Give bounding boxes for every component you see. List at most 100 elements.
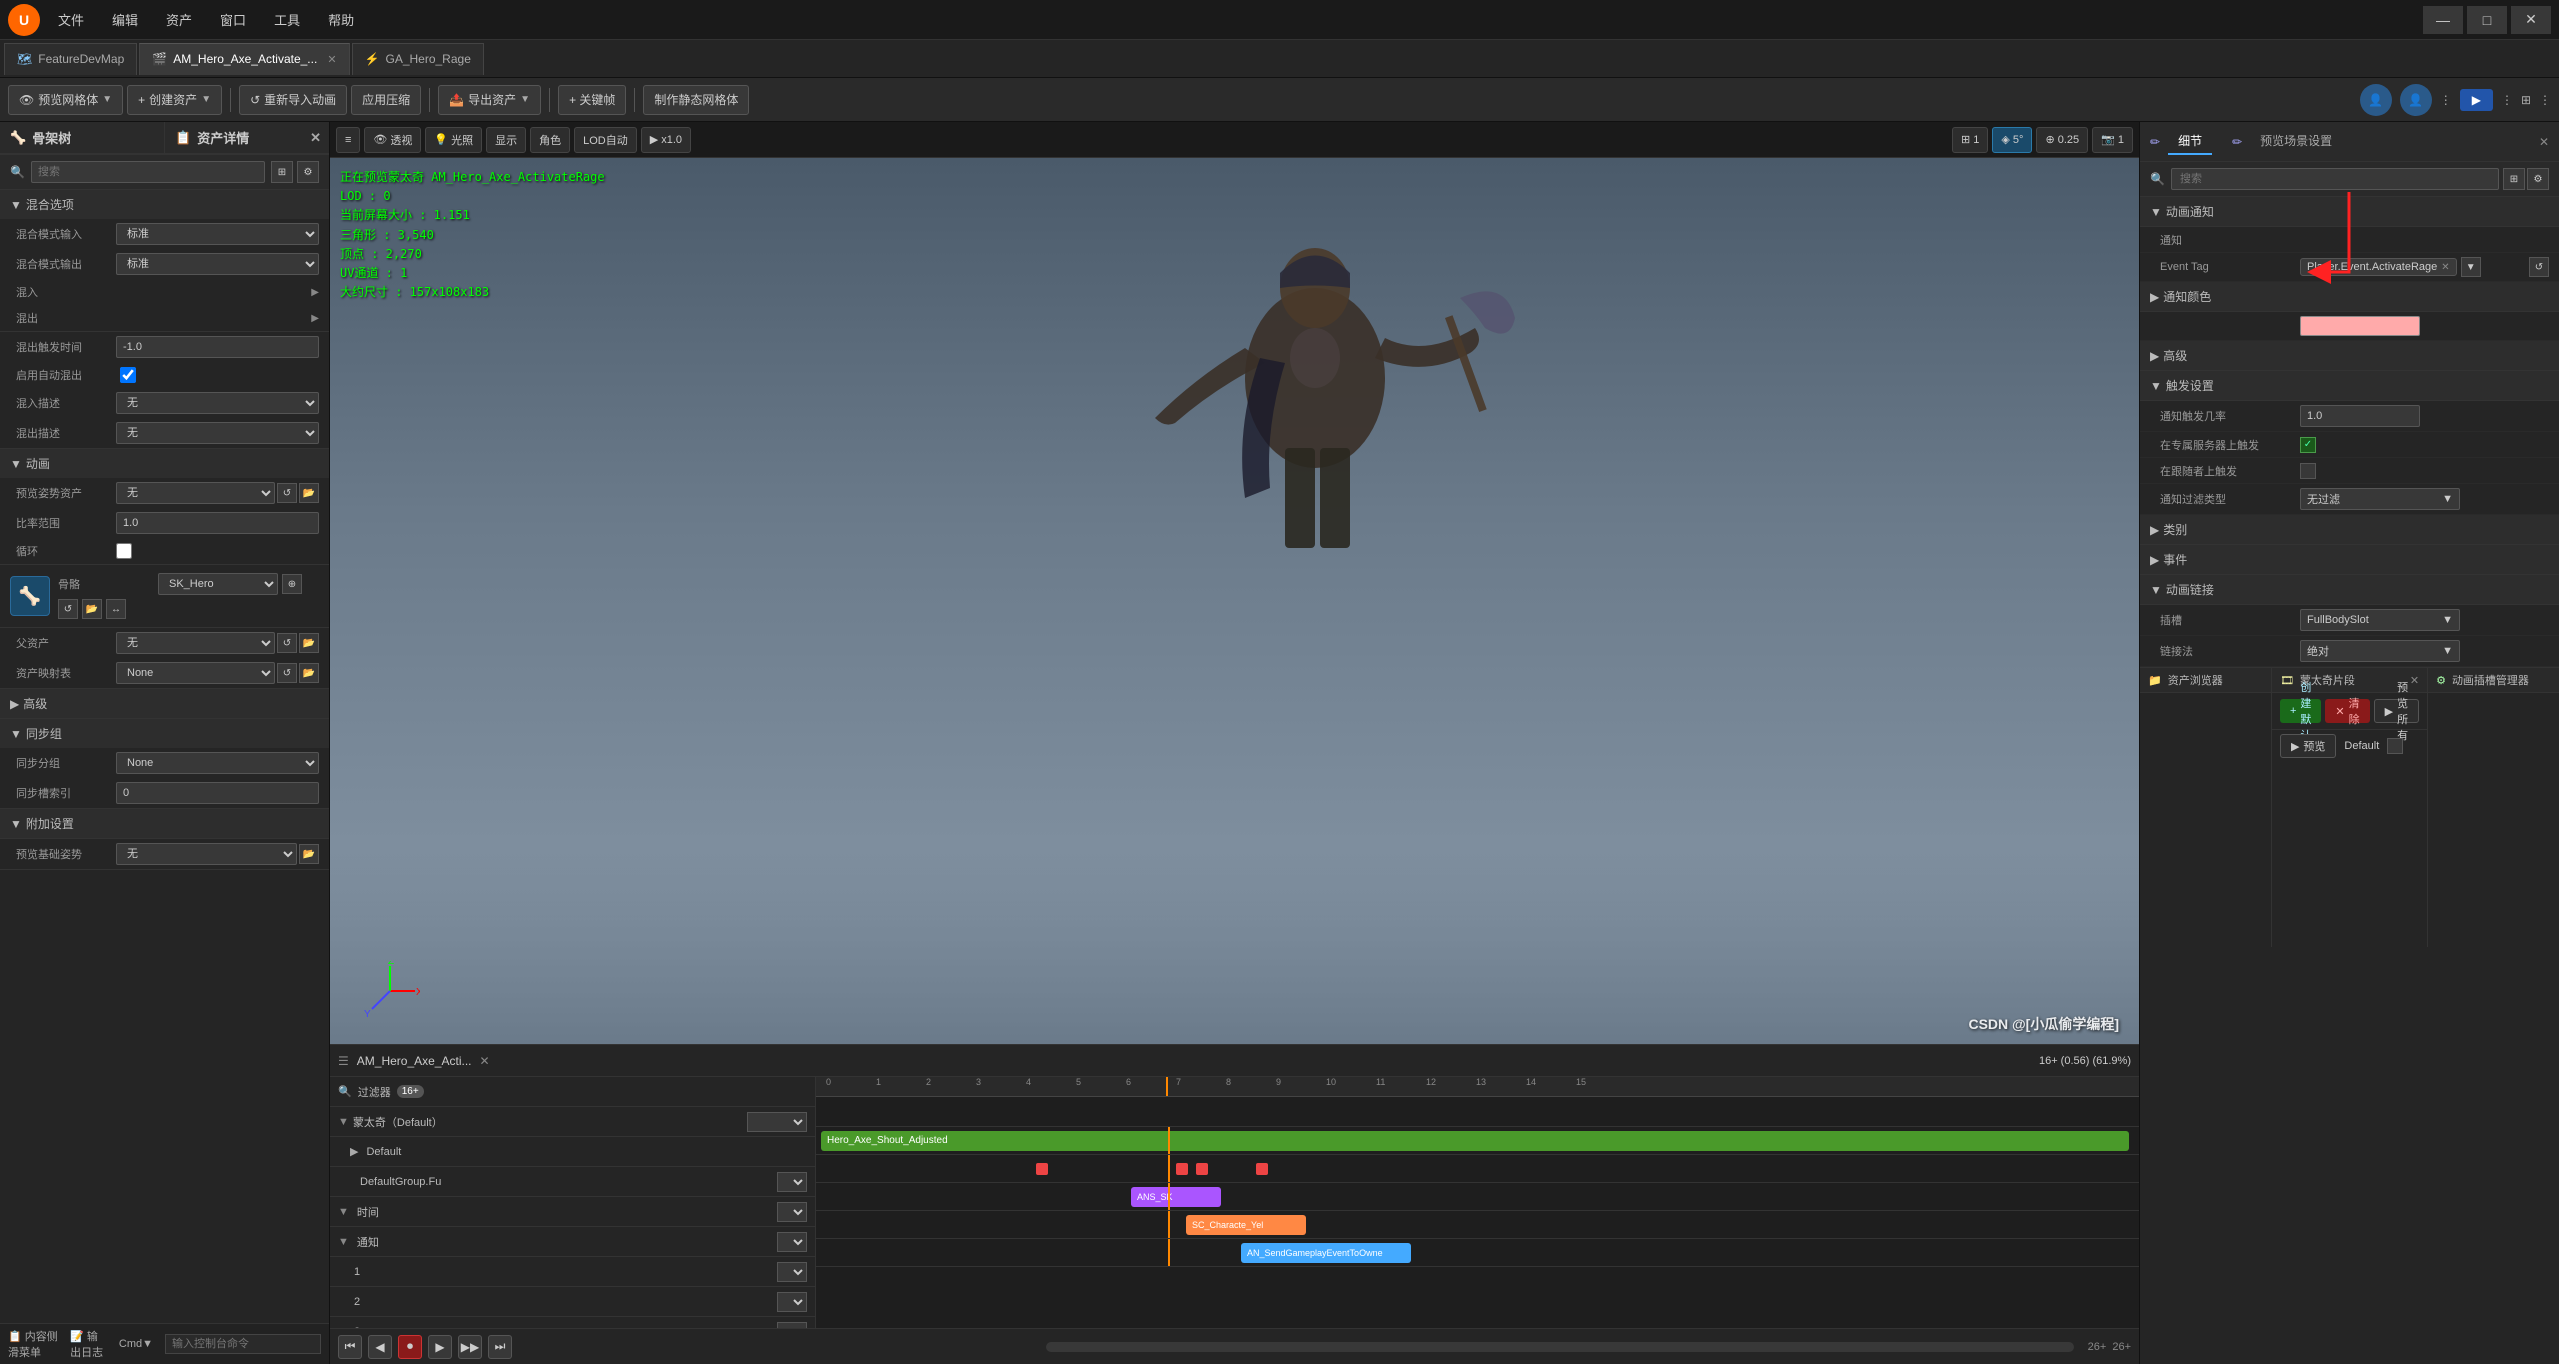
anim-notify-section-title[interactable]: ▼ 动画通知 — [2140, 197, 2559, 227]
blend-mode-input-select[interactable]: 标准 — [116, 223, 319, 245]
sync-group-select[interactable]: None — [116, 752, 319, 774]
preview-mesh-button[interactable]: 👁 预览网格体 ▼ — [8, 85, 123, 115]
menu-assets[interactable]: 资产 — [160, 6, 198, 33]
keyframe-4[interactable] — [1256, 1163, 1268, 1175]
more-options-icon-2[interactable]: ⋮ — [2501, 93, 2513, 107]
tab-close-icon[interactable]: ✕ — [327, 53, 336, 66]
trigger-chance-input[interactable] — [2300, 405, 2420, 427]
montage-expand-icon[interactable]: ▼ — [338, 1116, 349, 1128]
advanced-right-section-title[interactable]: ▶ 高级 — [2140, 341, 2559, 371]
animation-section-title[interactable]: ▼ 动画 — [0, 449, 329, 478]
search-input[interactable] — [31, 161, 265, 183]
anim-link-section-title[interactable]: ▼ 动画链接 — [2140, 575, 2559, 605]
scale-btn[interactable]: ⊕ 0.25 — [2036, 127, 2088, 153]
loop-checkbox[interactable] — [116, 543, 132, 559]
notify-select[interactable] — [777, 1232, 807, 1252]
time-select[interactable] — [777, 1202, 807, 1222]
time-expand-icon[interactable]: ▼ — [338, 1206, 349, 1218]
export-asset-button[interactable]: 📤 导出资产 ▼ — [438, 85, 541, 115]
character-btn[interactable]: 角色 — [530, 127, 570, 153]
sync-slot-input[interactable] — [116, 782, 319, 804]
output-log-btn[interactable]: 📝 输出日志 — [70, 1328, 107, 1360]
bone-reset-btn[interactable]: ↺ — [58, 599, 78, 619]
defaultgroup-select[interactable] — [777, 1172, 807, 1192]
maximize-button[interactable]: □ — [2467, 6, 2507, 34]
parent-reset-btn[interactable]: ↺ — [277, 633, 297, 653]
search-grid-btn[interactable]: ⊞ — [271, 161, 293, 183]
perspective-btn[interactable]: 👁 透视 — [364, 127, 421, 153]
bone-browse-btn[interactable]: 📂 — [82, 599, 102, 619]
reset-btn[interactable]: ↺ — [277, 483, 297, 503]
events-section-title[interactable]: ▶ 事件 — [2140, 545, 2559, 575]
menu-tools[interactable]: 工具 — [268, 6, 306, 33]
asset-map-select[interactable]: None — [116, 662, 275, 684]
step-forward-btn[interactable]: ▶▶ — [458, 1335, 482, 1359]
follower-checkbox[interactable] — [2300, 463, 2316, 479]
bone-extra-btn[interactable]: ⊕ — [282, 574, 302, 594]
parent-asset-select[interactable]: 无 — [116, 632, 275, 654]
rate-range-input[interactable] — [116, 512, 319, 534]
right-grid-btn[interactable]: ⊞ — [2503, 168, 2525, 190]
clear-btn[interactable]: ✕ 清除 — [2325, 699, 2369, 723]
parent-browse-btn[interactable]: 📂 — [299, 633, 319, 653]
create-default-btn[interactable]: + 创建默认 — [2280, 699, 2321, 723]
notify-expand-icon[interactable]: ▼ — [338, 1236, 349, 1248]
advanced-title[interactable]: ▶ 高级 — [0, 689, 329, 718]
timeline-menu-icon[interactable]: ☰ — [338, 1054, 349, 1068]
asset-map-browse-btn[interactable]: 📂 — [299, 663, 319, 683]
more-options-icon-3[interactable]: ⋮ — [2539, 93, 2551, 107]
notify-color-section-title[interactable]: ▶ 通知颜色 — [2140, 282, 2559, 312]
play-rate-btn[interactable]: ▶ x1.0 — [641, 127, 691, 153]
details-tab[interactable]: 细节 — [2168, 128, 2212, 155]
minimize-button[interactable]: — — [2423, 6, 2463, 34]
notify-2-select[interactable] — [777, 1292, 807, 1312]
notify-color-swatch[interactable] — [2300, 316, 2420, 336]
close-right-panel-icon[interactable]: ✕ — [2539, 135, 2549, 149]
notify-ans-bar[interactable]: ANS_SK — [1131, 1187, 1221, 1207]
search-settings-btn[interactable]: ⚙ — [297, 161, 319, 183]
lighting-btn[interactable]: 💡 光照 — [425, 127, 482, 153]
play-btn[interactable]: ▶ — [428, 1335, 452, 1359]
close-panel-icon[interactable]: ✕ — [310, 130, 321, 146]
slot-dropdown[interactable]: FullBodySlot ▼ — [2300, 609, 2460, 631]
preview-btn[interactable]: ▶ 预览 — [2280, 734, 2336, 758]
blend-out-trigger-input[interactable] — [116, 336, 319, 358]
blend-options-title[interactable]: ▼ 混合选项 — [0, 190, 329, 219]
blend-mode-output-select[interactable]: 标准 — [116, 253, 319, 275]
auto-blend-checkbox[interactable] — [120, 367, 136, 383]
tab-featuredevmap[interactable]: 🗺 FeatureDevMap — [4, 43, 137, 75]
preview-all-btn[interactable]: ▶ 预览所有 — [2374, 699, 2419, 723]
show-btn[interactable]: 显示 — [486, 127, 526, 153]
keyframe-1[interactable] — [1036, 1163, 1048, 1175]
event-tag-close-btn[interactable]: ✕ — [2441, 262, 2449, 273]
link-method-dropdown[interactable]: 绝对 ▼ — [2300, 640, 2460, 662]
user-icon-2[interactable]: 👤 — [2400, 84, 2432, 116]
angle-5-btn[interactable]: ◈ 5° — [1992, 127, 2032, 153]
filter-type-dropdown[interactable]: 无过滤 ▼ — [2300, 488, 2460, 510]
close-montage-btn[interactable]: ✕ — [2410, 674, 2419, 687]
event-tag-reset-btn[interactable]: ↺ — [2529, 257, 2549, 277]
menu-file[interactable]: 文件 — [52, 6, 90, 33]
blend-out-desc-select[interactable]: 无 — [116, 422, 319, 444]
make-static-mesh-button[interactable]: 制作静态网格体 — [643, 85, 749, 115]
preview-pose-select[interactable]: 无 — [116, 482, 275, 504]
asset-map-reset-btn[interactable]: ↺ — [277, 663, 297, 683]
apply-compression-button[interactable]: 应用压缩 — [351, 85, 421, 115]
bone-swap-btn[interactable]: ↔ — [106, 599, 126, 619]
right-search-input[interactable] — [2171, 168, 2499, 190]
notify-1-select[interactable] — [777, 1262, 807, 1282]
camera-1-btn[interactable]: 📷 1 — [2092, 127, 2133, 153]
category-section-title[interactable]: ▶ 类别 — [2140, 515, 2559, 545]
goto-start-btn[interactable]: ⏮ — [338, 1335, 362, 1359]
grid-icon[interactable]: ⊞ — [2521, 93, 2531, 107]
blend-in-desc-select[interactable]: 无 — [116, 392, 319, 414]
preview-base-browse[interactable]: 📂 — [299, 844, 319, 864]
record-btn[interactable]: ⏺ — [398, 1335, 422, 1359]
green-anim-bar[interactable]: Hero_Axe_Shout_Adjusted — [821, 1131, 2129, 1151]
trigger-settings-title[interactable]: ▼ 触发设置 — [2140, 371, 2559, 401]
tab-am-hero-axe[interactable]: 🎬 AM_Hero_Axe_Activate_... ✕ — [139, 43, 349, 75]
cmd-btn[interactable]: Cmd▼ — [119, 1338, 153, 1350]
menu-help[interactable]: 帮助 — [322, 6, 360, 33]
tab-ga-hero-rage[interactable]: ⚡ GA_Hero_Rage — [352, 43, 484, 75]
event-tag-dropdown-btn[interactable]: ▼ — [2461, 257, 2481, 277]
